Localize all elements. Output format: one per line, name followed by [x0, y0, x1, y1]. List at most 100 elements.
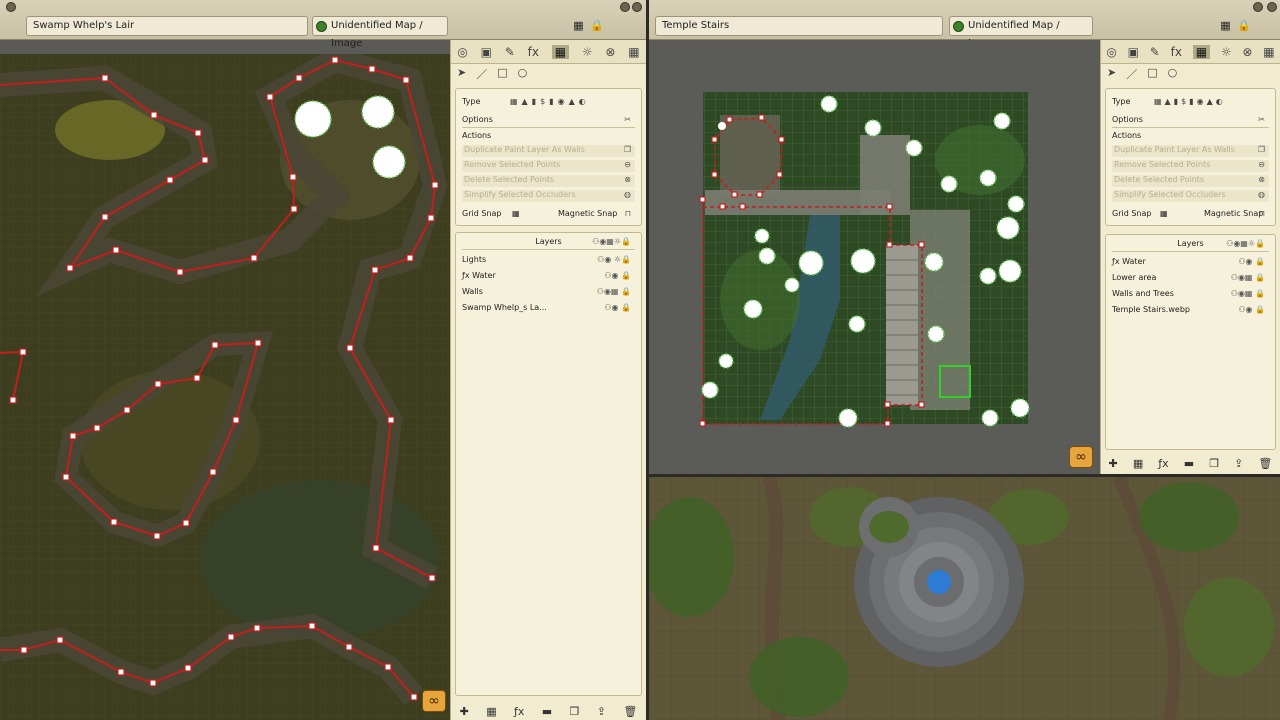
tab-effects-icon[interactable]: fx [1171, 45, 1182, 59]
delete-layer-icon[interactable]: 🗑 [1258, 457, 1272, 470]
line-tool-icon[interactable]: ／ [1126, 66, 1137, 82]
tab-paint-icon[interactable]: ✎ [1150, 45, 1160, 59]
add-layer-icon[interactable]: ✚ [1109, 457, 1118, 470]
copy-layer-icon[interactable]: ❐ [1209, 457, 1219, 470]
map-id-field[interactable]: Unidentified Map / Image [312, 16, 448, 49]
layer-row-icons[interactable]: ⚇◉ 🔒 [604, 303, 631, 312]
map-id-field[interactable]: Unidentified Map / Image [949, 16, 1093, 49]
wall-type-icons[interactable]: ▦▲▮$▮◉▲◐ [510, 97, 590, 106]
share-icon[interactable]: ▦ [1219, 19, 1232, 32]
layer-row[interactable]: Walls ⚇◉▦ 🔒 [462, 287, 635, 296]
window-pin-icon[interactable] [1253, 2, 1263, 12]
layer-row-icons[interactable]: ⚇◉▦ 🔒 [1231, 289, 1265, 298]
rect-tool-icon[interactable]: □ [497, 66, 507, 82]
magnetic-snap-toggle[interactable]: Magnetic Snap [1204, 209, 1263, 218]
map-canvas[interactable] [649, 477, 1280, 720]
window-close-icon[interactable] [1267, 2, 1277, 12]
tab-layers-icon[interactable]: ▣ [481, 45, 492, 59]
identified-icon[interactable] [316, 21, 327, 32]
export-icon[interactable]: ⇪ [597, 705, 606, 718]
action-delete[interactable]: Delete Selected Points ⊗ [1112, 175, 1269, 187]
layer-row-icons[interactable]: ⚇◉ ☼🔒 [597, 255, 631, 264]
tab-tokens-icon[interactable]: ◎ [457, 45, 467, 59]
add-folder-icon[interactable]: ▬ [542, 705, 552, 718]
window-close-icon[interactable] [6, 2, 16, 12]
lock-icon[interactable]: 🔒 [1237, 19, 1251, 32]
share-icon[interactable]: ▦ [572, 19, 585, 32]
options-tool-icon[interactable]: ✂ [1258, 115, 1265, 124]
tab-grid-icon[interactable]: ▦ [1263, 45, 1274, 59]
layer-row-icons[interactable]: ⚇◉ 🔒 [604, 271, 631, 280]
temple-map-window[interactable] [649, 477, 1280, 720]
tab-tokens-icon[interactable]: ◎ [1106, 45, 1116, 59]
add-layer-icon[interactable]: ✚ [460, 705, 469, 718]
grid-snap-toggle[interactable]: Grid Snap [1112, 209, 1151, 218]
wall-type-icons[interactable]: ▦▲▮$▮◉▲◐ [1154, 97, 1226, 106]
duplicate-icon: ❐ [623, 145, 631, 154]
magnetic-snap-toggle[interactable]: Magnetic Snap [558, 209, 617, 218]
pointer-icon[interactable]: ➤ [1107, 66, 1116, 82]
tab-mask-icon[interactable]: ⊗ [605, 45, 615, 59]
export-icon[interactable]: ⇪ [1234, 457, 1243, 470]
action-remove[interactable]: Remove Selected Points ⊖ [462, 160, 635, 172]
left-tool-panel: ◎ ▣ ✎ fx ▦ ☼ ⊗ ▦ ➤ ／ □ ○ Type ▦▲▮$▮◉▲◐ O… [450, 40, 646, 720]
tab-mask-icon[interactable]: ⊗ [1242, 45, 1252, 59]
tab-walls-icon[interactable]: ▦ [1192, 44, 1211, 59]
action-simplify[interactable]: Simplify Selected Occluders ◍ [1112, 190, 1269, 202]
tab-layers-icon[interactable]: ▣ [1128, 45, 1139, 59]
window-close-icon[interactable] [632, 2, 642, 12]
map-title-field[interactable]: Swamp Whelp's Lair [26, 16, 308, 36]
action-simplify[interactable]: Simplify Selected Occluders ◍ [462, 190, 635, 202]
action-remove[interactable]: Remove Selected Points ⊖ [1112, 160, 1269, 172]
tab-walls-icon[interactable]: ▦ [551, 44, 570, 59]
layer-row[interactable]: Lower area ⚇◉▦ 🔒 [1112, 273, 1269, 282]
action-duplicate[interactable]: Duplicate Paint Layer As Walls ❐ [1112, 145, 1269, 157]
layer-row-icons[interactable]: ⚇◉ 🔒 [1238, 305, 1265, 314]
tab-grid-icon[interactable]: ▦ [628, 45, 639, 59]
circle-tool-icon[interactable]: ○ [518, 66, 528, 82]
copy-layer-icon[interactable]: ❐ [570, 705, 580, 718]
layer-row[interactable]: Lights ⚇◉ ☼🔒 [462, 255, 635, 264]
wall-options-box: Type ▦▲▮$▮◉▲◐ Options ✂ Actions Duplicat… [455, 88, 642, 226]
action-delete[interactable]: Delete Selected Points ⊗ [462, 175, 635, 187]
add-folder-icon[interactable]: ▬ [1184, 457, 1194, 470]
line-tool-icon[interactable]: ／ [476, 66, 487, 82]
map-tool-icon[interactable]: ∞ [1069, 446, 1093, 468]
layer-row[interactable]: Walls and Trees ⚇◉▦ 🔒 [1112, 289, 1269, 298]
layer-row[interactable]: ƒx Water ⚇◉ 🔒 [1112, 257, 1269, 266]
tab-lights-icon[interactable]: ☼ [582, 45, 593, 59]
action-duplicate[interactable]: Duplicate Paint Layer As Walls ❐ [462, 145, 635, 157]
identified-icon[interactable] [953, 21, 964, 32]
add-paint-layer-icon[interactable]: ▦ [1133, 457, 1143, 470]
layer-row[interactable]: Swamp Whelp_s La... ⚇◉ 🔒 [462, 303, 635, 312]
map-canvas[interactable] [0, 54, 450, 720]
window-pin-icon[interactable] [620, 2, 630, 12]
rect-tool-icon[interactable]: □ [1147, 66, 1157, 82]
add-paint-layer-icon[interactable]: ▦ [486, 705, 496, 718]
map-tool-icon[interactable]: ∞ [422, 690, 446, 712]
layer-row-icons[interactable]: ⚇◉▦ 🔒 [597, 287, 631, 296]
layer-row-icons[interactable]: ⚇◉ 🔒 [1238, 257, 1265, 266]
add-effect-icon[interactable]: ƒx [514, 705, 524, 718]
tab-effects-icon[interactable]: fx [528, 45, 539, 59]
magnet-icon[interactable]: ⊓ [1259, 209, 1265, 218]
options-tool-icon[interactable]: ✂ [624, 115, 631, 124]
add-effect-icon[interactable]: ƒx [1158, 457, 1168, 470]
grid-snap-toggle[interactable]: Grid Snap [462, 209, 501, 218]
delete-layer-icon[interactable]: 🗑 [623, 705, 637, 718]
tab-lights-icon[interactable]: ☼ [1221, 45, 1232, 59]
simplify-icon: ◍ [1258, 190, 1265, 199]
pointer-icon[interactable]: ➤ [457, 66, 466, 82]
layer-row[interactable]: ƒx Water ⚇◉ 🔒 [462, 271, 635, 280]
map-title-field[interactable]: Temple Stairs [655, 16, 943, 36]
magnet-icon[interactable]: ⊓ [625, 209, 631, 218]
layer-row-icons[interactable]: ⚇◉▦ 🔒 [1231, 273, 1265, 282]
map-canvas[interactable] [649, 40, 1100, 474]
lock-icon[interactable]: 🔒 [590, 19, 604, 32]
grid-snap-icon[interactable]: ▦ [1160, 209, 1168, 218]
circle-tool-icon[interactable]: ○ [1168, 66, 1178, 82]
layer-row[interactable]: Temple Stairs.webp ⚇◉ 🔒 [1112, 305, 1269, 314]
grid-snap-icon[interactable]: ▦ [512, 209, 520, 218]
tab-paint-icon[interactable]: ✎ [505, 45, 515, 59]
map-id-label: Unidentified Map / Image [331, 20, 423, 49]
